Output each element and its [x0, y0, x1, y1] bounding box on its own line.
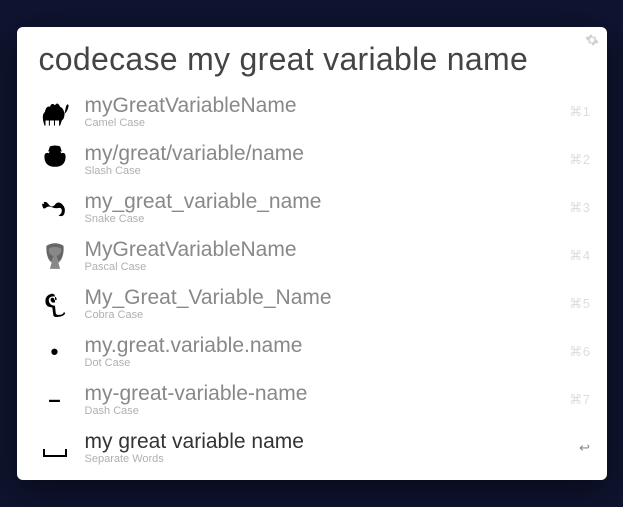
result-text-cell: MyGreatVariableName Pascal Case — [75, 238, 562, 274]
result-text: MyGreatVariableName — [85, 238, 562, 261]
result-shortcut: ⌘5 — [561, 296, 590, 312]
result-shortcut: ⌘1 — [561, 104, 590, 120]
result-row[interactable]: My_Great_Variable_Name Cobra Case ⌘5 — [17, 280, 607, 328]
result-text: my great variable name — [85, 430, 572, 453]
result-shortcut: ↩ — [571, 440, 590, 456]
result-subtitle: Dash Case — [85, 405, 562, 418]
result-subtitle: Slash Case — [85, 165, 562, 178]
cobra-icon — [35, 284, 75, 324]
result-row[interactable]: myGreatVariableName Camel Case ⌘1 — [17, 88, 607, 136]
result-subtitle: Separate Words — [85, 453, 572, 466]
result-text-cell: my great variable name Separate Words — [75, 430, 572, 466]
gear-icon[interactable] — [585, 33, 599, 50]
snake-icon — [35, 188, 75, 228]
result-row[interactable]: MyGreatVariableName Pascal Case ⌘4 — [17, 232, 607, 280]
dot-icon — [35, 332, 75, 372]
result-shortcut: ⌘3 — [561, 200, 590, 216]
result-text: my_great_variable_name — [85, 190, 562, 213]
result-text-cell: my_great_variable_name Snake Case — [75, 190, 562, 226]
space-icon — [35, 428, 75, 468]
result-text-cell: My_Great_Variable_Name Cobra Case — [75, 286, 562, 322]
result-row[interactable]: my.great.variable.name Dot Case ⌘6 — [17, 328, 607, 376]
result-subtitle: Pascal Case — [85, 261, 562, 274]
result-text: my.great.variable.name — [85, 334, 562, 357]
result-text-cell: my/great/variable/name Slash Case — [75, 142, 562, 178]
dash-icon — [35, 380, 75, 420]
result-shortcut: ⌘7 — [561, 392, 590, 408]
result-text: myGreatVariableName — [85, 94, 562, 117]
result-text: my/great/variable/name — [85, 142, 562, 165]
slash-person-icon — [35, 140, 75, 180]
result-text-cell: myGreatVariableName Camel Case — [75, 94, 562, 130]
result-text: My_Great_Variable_Name — [85, 286, 562, 309]
query-input[interactable]: codecase my great variable name — [17, 27, 607, 88]
result-row[interactable]: my great variable name Separate Words ↩ — [17, 424, 607, 472]
result-row[interactable]: my-great-variable-name Dash Case ⌘7 — [17, 376, 607, 424]
result-shortcut: ⌘2 — [561, 152, 590, 168]
result-text-cell: my.great.variable.name Dot Case — [75, 334, 562, 370]
result-shortcut: ⌘6 — [561, 344, 590, 360]
result-row[interactable]: my_great_variable_name Snake Case ⌘3 — [17, 184, 607, 232]
result-subtitle: Camel Case — [85, 117, 562, 130]
result-subtitle: Cobra Case — [85, 309, 562, 322]
results-list: myGreatVariableName Camel Case ⌘1 my/gre… — [17, 88, 607, 472]
pascal-bust-icon — [35, 236, 75, 276]
result-shortcut: ⌘4 — [561, 248, 590, 264]
camel-icon — [35, 92, 75, 132]
result-text: my-great-variable-name — [85, 382, 562, 405]
launcher-panel: codecase my great variable name myGreatV… — [17, 27, 607, 480]
result-text-cell: my-great-variable-name Dash Case — [75, 382, 562, 418]
result-subtitle: Dot Case — [85, 357, 562, 370]
result-row[interactable]: my/great/variable/name Slash Case ⌘2 — [17, 136, 607, 184]
result-subtitle: Snake Case — [85, 213, 562, 226]
